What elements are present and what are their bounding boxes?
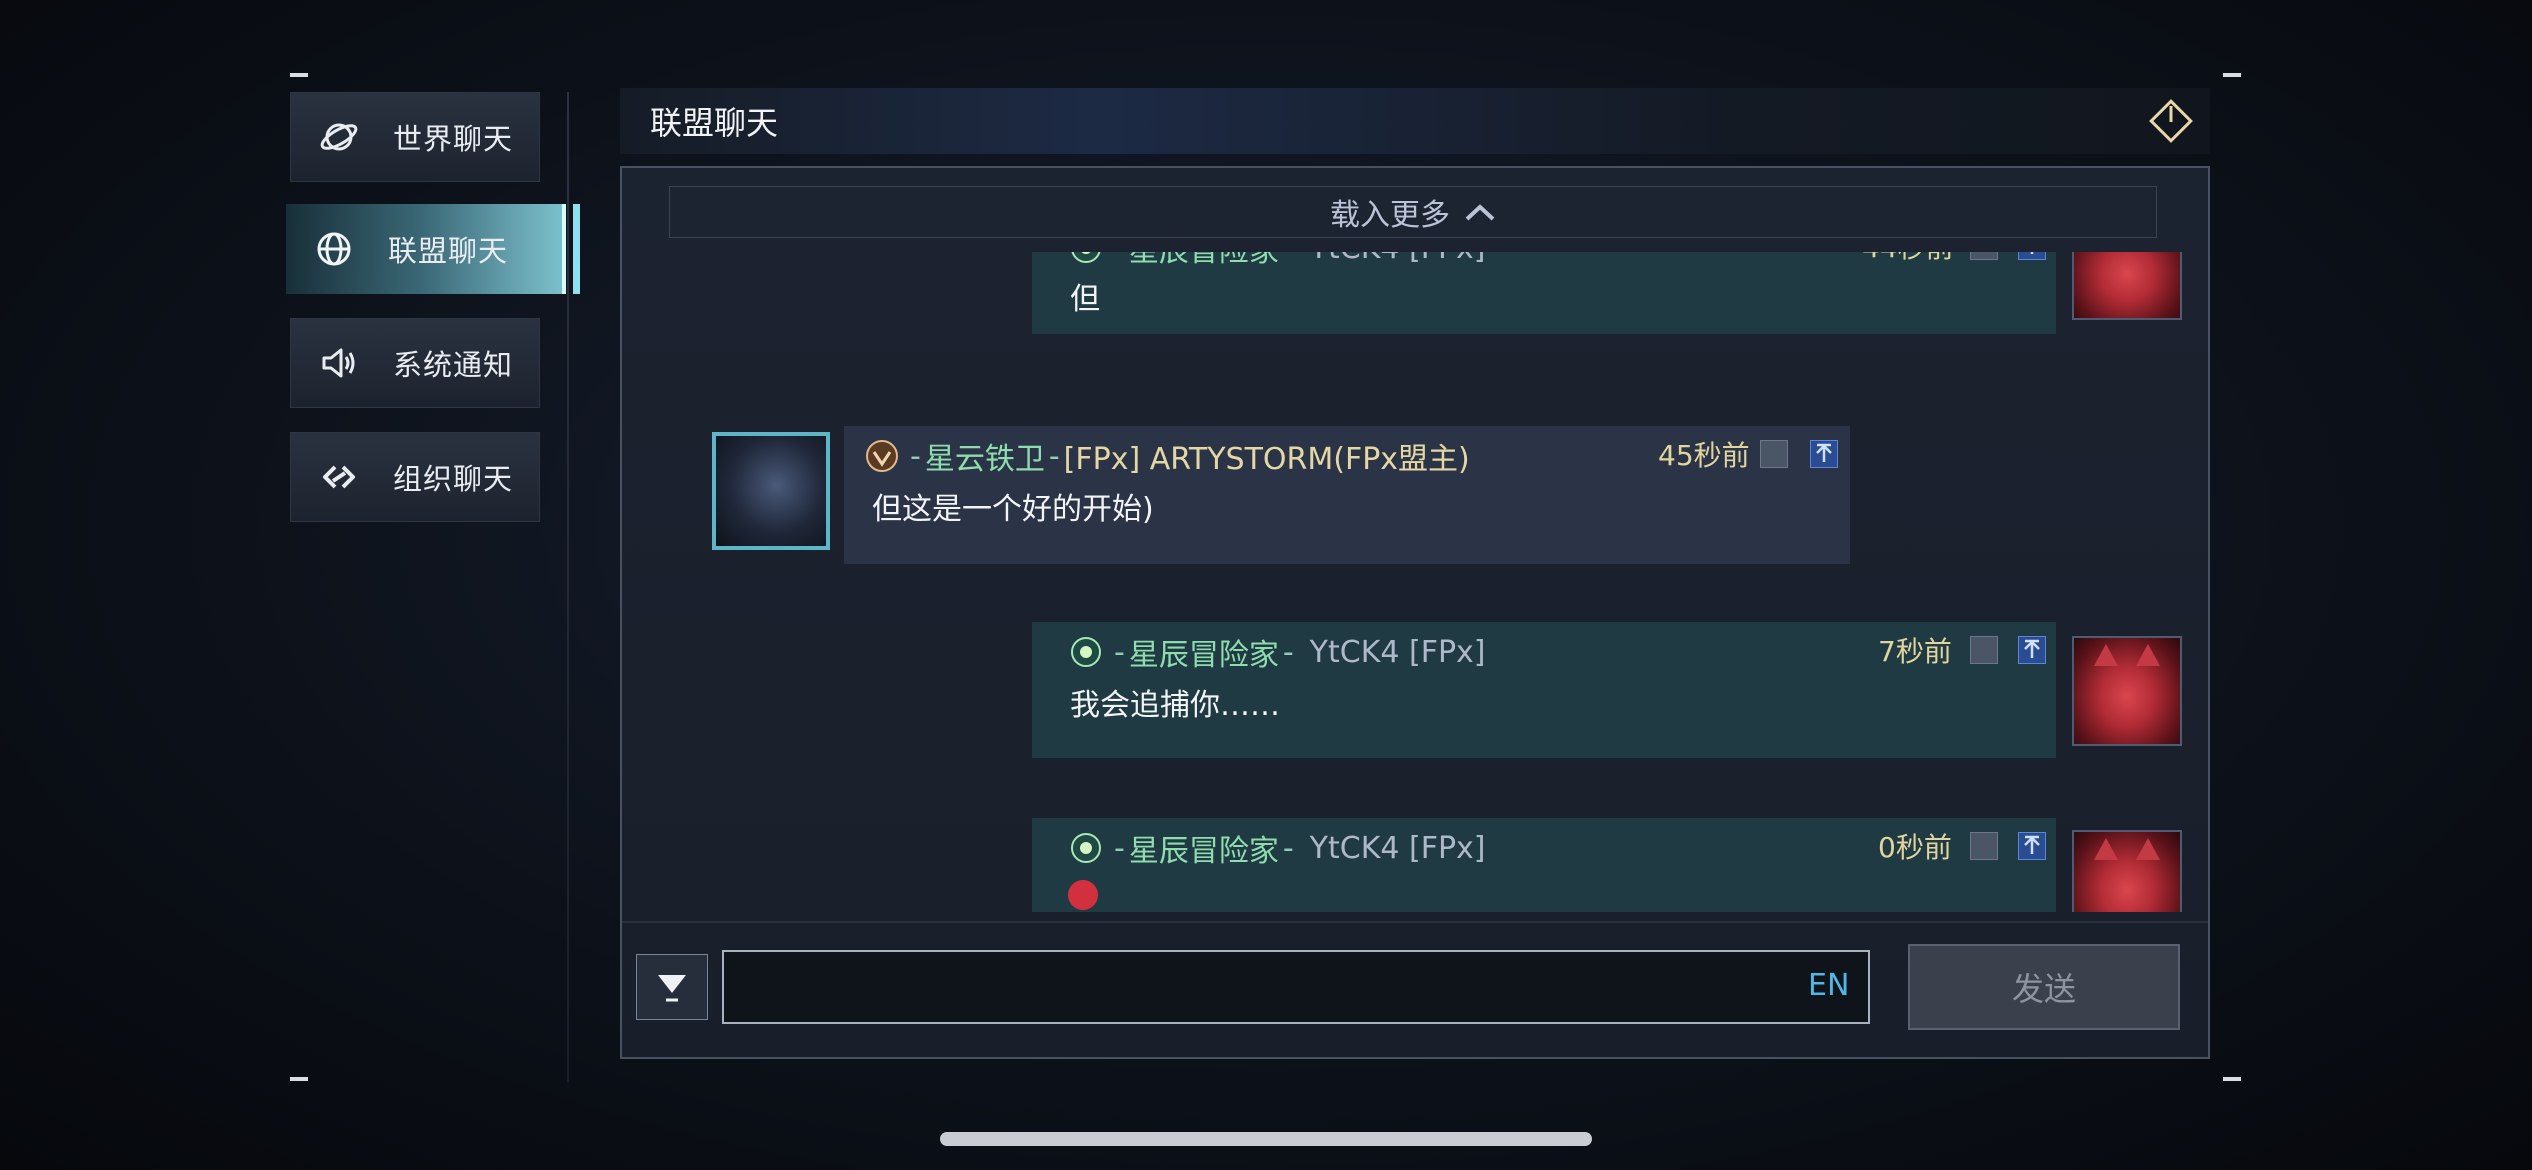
message-meta: - 星辰冒险家 - YtCK4 [FPx]	[1068, 252, 1486, 270]
chat-message: - 星辰冒险家 - YtCK4 [FPx] 44秒前 但	[1032, 252, 2056, 334]
load-more-button[interactable]: 载入更多	[669, 186, 2157, 238]
link-icon	[315, 453, 363, 501]
planet-icon	[315, 113, 363, 161]
sidebar-item-system-notice[interactable]: 系统通知	[290, 318, 540, 408]
message-meta: - 星辰冒险家 - YtCK4 [FPx]	[1068, 826, 1486, 870]
translate-icon[interactable]	[1760, 440, 1788, 468]
avatar[interactable]	[2072, 252, 2182, 320]
chevron-up-icon	[1465, 204, 1495, 221]
corner-mark	[290, 1077, 308, 1081]
page-title: 联盟聊天	[650, 104, 779, 142]
translate-icon[interactable]	[1970, 252, 1998, 260]
angry-emoji-icon	[1068, 880, 1098, 910]
message-meta: - 星云铁卫 - [FPx] ARTYSTORM(FPx盟主)	[864, 434, 1470, 478]
sender-rank: 星辰冒险家	[1129, 252, 1279, 270]
input-divider	[622, 921, 2208, 923]
sender-rank: 星辰冒险家	[1128, 638, 1279, 673]
exit-icon[interactable]	[2148, 98, 2194, 144]
message-time: 45秒前	[1658, 439, 1750, 472]
chat-message: - 星辰冒险家 - YtCK4 [FPx] 7秒前 我会追捕你……	[1032, 622, 2056, 758]
translate-icon[interactable]	[1970, 832, 1998, 860]
active-indicator-glow	[573, 204, 580, 294]
load-more-label: 载入更多	[1330, 198, 1450, 233]
corner-mark	[2223, 1077, 2241, 1081]
sender-rank: 星云铁卫	[924, 442, 1045, 477]
rank-badge-icon	[866, 440, 898, 472]
chat-input[interactable]	[722, 950, 1870, 1024]
sidebar-item-label: 组织聊天	[393, 462, 514, 496]
sender-rank: 星辰冒险家	[1128, 834, 1279, 869]
rank-badge-icon	[1071, 252, 1101, 263]
pin-icon[interactable]	[2018, 832, 2046, 860]
corner-mark	[2223, 73, 2241, 77]
sidebar-item-alliance-chat[interactable]: 联盟聊天	[286, 204, 580, 294]
sidebar-divider	[567, 92, 569, 1082]
sidebar-item-label: 联盟聊天	[388, 234, 509, 268]
message-time: 7秒前	[1878, 635, 1952, 668]
chat-panel: 载入更多 - 星辰冒险家 - YtCK4 [FPx] 44秒前 但 - 星云铁	[620, 166, 2210, 1059]
active-indicator	[562, 204, 566, 294]
chat-header: 联盟聊天	[620, 88, 2210, 154]
quick-phrase-button[interactable]	[636, 954, 708, 1020]
pin-icon[interactable]	[1810, 440, 1838, 468]
home-indicator[interactable]	[940, 1132, 1592, 1146]
message-text: 但这是一个好的开始)	[872, 492, 1154, 527]
sender-name[interactable]: YtCK4 [FPx]	[1310, 252, 1486, 266]
message-time: 0秒前	[1878, 831, 1952, 864]
chat-message: - 星云铁卫 - [FPx] ARTYSTORM(FPx盟主) 45秒前 但这是…	[844, 426, 1850, 564]
sidebar-item-label: 世界聊天	[393, 122, 514, 156]
chevron-down-icon	[658, 975, 686, 1002]
sender-name[interactable]: YtCK4 [FPx]	[1310, 831, 1486, 866]
sidebar-item-label: 系统通知	[393, 348, 514, 382]
rank-badge-icon	[1071, 833, 1101, 863]
avatar[interactable]	[2072, 636, 2182, 746]
chat-message: - 星辰冒险家 - YtCK4 [FPx] 0秒前	[1032, 818, 2056, 912]
message-text: 我会追捕你……	[1070, 688, 1280, 723]
pin-icon[interactable]	[2018, 252, 2046, 260]
corner-mark	[290, 73, 308, 77]
sender-name[interactable]: YtCK4 [FPx]	[1310, 635, 1486, 670]
globe-icon	[310, 225, 358, 273]
input-language-toggle[interactable]: EN	[1808, 968, 1849, 1003]
avatar[interactable]	[2072, 830, 2182, 912]
message-time: 44秒前	[1862, 252, 1954, 266]
avatar[interactable]	[712, 432, 830, 550]
message-text: 但	[1070, 282, 1100, 317]
translate-icon[interactable]	[1970, 636, 1998, 664]
sidebar-item-org-chat[interactable]: 组织聊天	[290, 432, 540, 522]
pin-icon[interactable]	[2018, 636, 2046, 664]
sender-name[interactable]: [FPx] ARTYSTORM(FPx盟主)	[1064, 434, 1470, 478]
message-list[interactable]: - 星辰冒险家 - YtCK4 [FPx] 44秒前 但 - 星云铁卫 - [F…	[622, 252, 2208, 912]
speaker-icon	[315, 339, 363, 387]
sidebar-item-world-chat[interactable]: 世界聊天	[290, 92, 540, 182]
rank-badge-icon	[1071, 637, 1101, 667]
send-button[interactable]: 发送	[1908, 944, 2180, 1030]
message-meta: - 星辰冒险家 - YtCK4 [FPx]	[1068, 630, 1486, 674]
